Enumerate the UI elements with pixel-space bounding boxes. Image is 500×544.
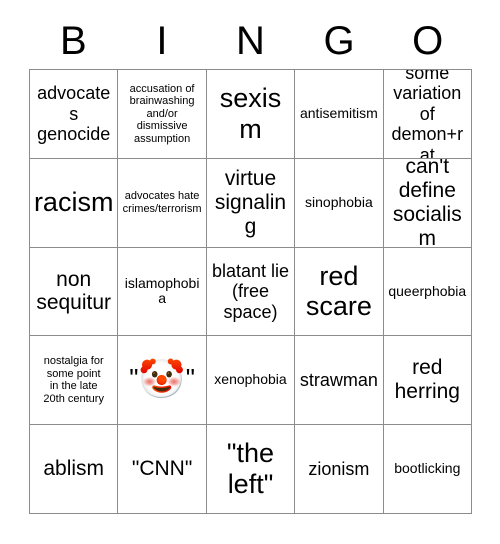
bingo-cell-r3c4[interactable]: red scare: [295, 247, 384, 337]
bingo-cell-label: blatant lie (free space): [211, 260, 290, 322]
bingo-cell-label: advocates genocide: [37, 83, 111, 145]
bingo-cell-label: non sequitur: [36, 267, 112, 315]
bingo-cell-r3c2[interactable]: islamophobia: [118, 247, 207, 337]
bingo-cell-label: "the left": [226, 438, 275, 500]
bingo-cell-r5c3[interactable]: "the left": [206, 425, 296, 514]
bingo-cell-label: virtue signaling: [214, 166, 287, 238]
bingo-cell-r2c5[interactable]: can't define socialism: [383, 158, 472, 248]
bingo-cell-r2c1[interactable]: racism: [30, 158, 119, 248]
bingo-cell-label: "🤡": [129, 359, 195, 402]
bingo-cell-r5c2[interactable]: "CNN": [118, 425, 207, 514]
bingo-cell-r3c3[interactable]: blatant lie (free space): [206, 247, 296, 337]
bingo-cell-r3c5[interactable]: queerphobia: [383, 247, 472, 337]
bingo-cell-r5c4[interactable]: zionism: [295, 425, 384, 514]
bingo-cell-label: advocates hate crimes/terrorism: [122, 190, 202, 215]
bingo-cell-label: islamophobia: [124, 274, 200, 307]
bingo-cell-r4c5[interactable]: red herring: [383, 336, 472, 426]
bingo-cell-label: racism: [33, 187, 114, 218]
bingo-cell-label: red scare: [305, 260, 372, 322]
bingo-cell-r2c2[interactable]: advocates hate crimes/terrorism: [118, 158, 207, 248]
bingo-header-letter-i: I: [156, 19, 168, 63]
bingo-cell-r1c2[interactable]: accusation of brainwashing and/or dismis…: [118, 70, 207, 159]
bingo-cell-r4c2[interactable]: "🤡": [118, 336, 207, 426]
bingo-cell-r4c1[interactable]: nostalgia for some point in the late 20t…: [30, 336, 119, 426]
bingo-cell-r1c5[interactable]: some variation of demon+rat: [383, 70, 472, 159]
bingo-grid: advocates genocide accusation of brainwas…: [29, 69, 472, 514]
bingo-header-letter-o: O: [412, 19, 444, 63]
bingo-cell-label: nostalgia for some point in the late 20t…: [43, 355, 104, 405]
bingo-cell-r5c5[interactable]: bootlicking: [383, 425, 472, 514]
bingo-header-letter-b: B: [59, 19, 87, 63]
bingo-cell-label: strawman: [299, 370, 378, 391]
bingo-cell-label: "CNN": [131, 457, 193, 481]
bingo-cell-label: queerphobia: [388, 282, 467, 299]
bingo-cell-label: ablism: [43, 457, 105, 481]
bingo-cell-r4c4[interactable]: strawman: [295, 336, 384, 426]
bingo-header: B I N G O: [29, 14, 472, 68]
bingo-card: B I N G O advocates genocide accusation o…: [0, 0, 500, 544]
bingo-cell-r1c1[interactable]: advocates genocide: [30, 70, 119, 159]
bingo-cell-label: some variation of demon+rat: [391, 70, 464, 159]
bingo-cell-label: antisemitism: [299, 104, 378, 121]
bingo-cell-label: sexism: [219, 83, 282, 144]
bingo-cell-label: xenophobia: [214, 371, 287, 388]
bingo-cell-label: accusation of brainwashing and/or dismis…: [129, 82, 195, 145]
bingo-cell-label: red herring: [394, 356, 460, 404]
bingo-cell-r5c1[interactable]: ablism: [30, 425, 119, 514]
bingo-header-letter-g: G: [323, 19, 355, 63]
bingo-cell-label: zionism: [308, 458, 370, 479]
bingo-cell-r1c3[interactable]: sexism: [206, 70, 296, 159]
bingo-cell-label: bootlicking: [394, 460, 461, 477]
bingo-cell-r3c1[interactable]: non sequitur: [30, 247, 119, 337]
bingo-cell-r2c3[interactable]: virtue signaling: [206, 158, 296, 248]
bingo-cell-label: sinophobia: [305, 193, 373, 210]
clown-face-icon: 🤡: [138, 359, 186, 402]
bingo-header-letter-n: N: [236, 19, 265, 63]
bingo-cell-r4c3[interactable]: xenophobia: [206, 336, 296, 426]
bingo-cell-label: can't define socialism: [392, 158, 462, 248]
bingo-cell-r1c4[interactable]: antisemitism: [295, 70, 384, 159]
bingo-cell-r2c4[interactable]: sinophobia: [295, 158, 384, 248]
